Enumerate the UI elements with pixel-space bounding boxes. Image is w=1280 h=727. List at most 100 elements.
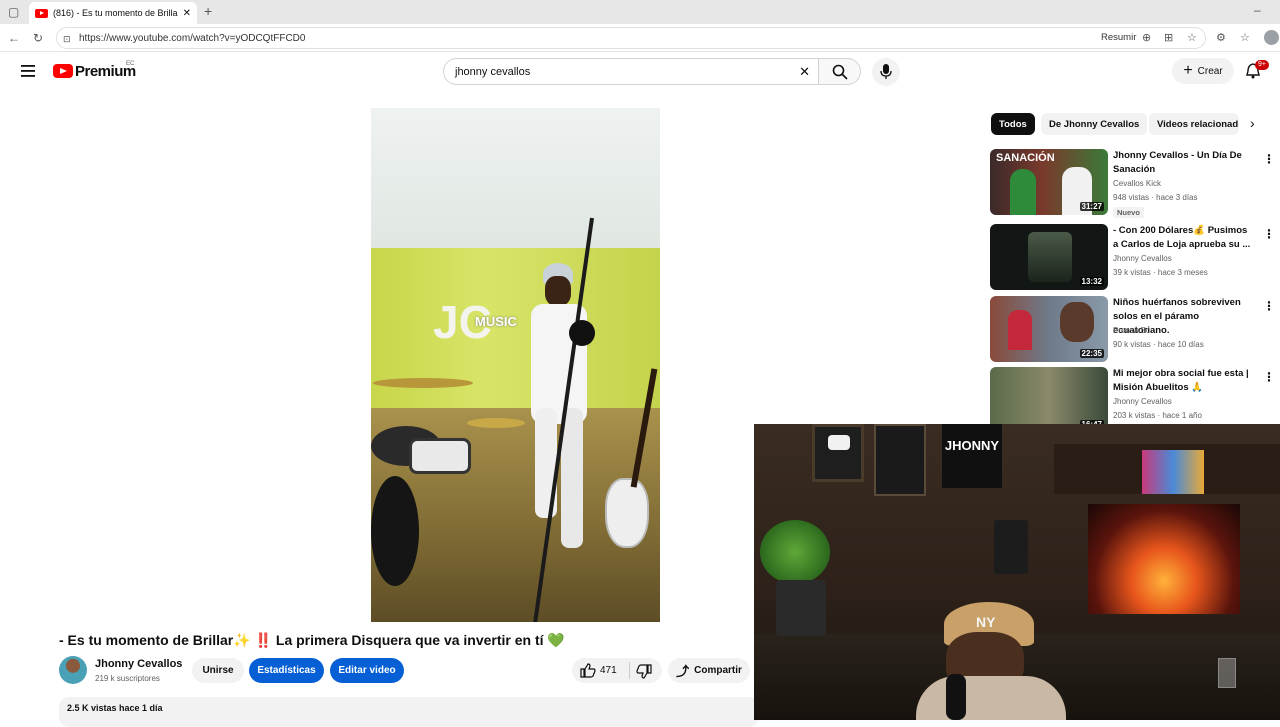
video-thumbnail[interactable]: SANACIÓN 31:27 [990, 149, 1108, 215]
apps-icon[interactable]: ⊞ [1164, 31, 1173, 45]
profile-avatar[interactable] [1264, 30, 1279, 45]
recommendation-channel[interactable]: Jhonny Cevallos [1113, 254, 1172, 263]
new-tab-icon[interactable]: + [204, 4, 212, 18]
site-info-icon[interactable]: ⊡ [63, 32, 71, 46]
video-title: - Es tu momento de Brillar✨ ‼️ La primer… [59, 632, 565, 648]
browser-tab-bar: ▢ (816) - Es tu momento de Brillar✨ ✕ + … [0, 0, 1280, 24]
like-dislike-group: 471 [572, 658, 662, 683]
framed-poster [874, 424, 926, 496]
youtube-logo-icon[interactable] [53, 64, 73, 78]
chip-next-chevron-icon[interactable]: › [1250, 115, 1255, 131]
video-thumbnail[interactable]: 22:35 [990, 296, 1108, 362]
minimize-icon[interactable]: – [1254, 3, 1261, 17]
edit-video-button[interactable]: Editar video [330, 658, 404, 683]
yellow-wall [371, 248, 660, 418]
thumbnail-figure [1060, 302, 1094, 342]
video-duration: 13:32 [1079, 277, 1104, 286]
more-options-icon[interactable]: ⋮ [1263, 152, 1275, 166]
like-icon[interactable] [580, 663, 596, 678]
browser-tab[interactable]: (816) - Es tu momento de Brillar✨ ✕ [29, 2, 197, 24]
plant [760, 520, 830, 584]
recommendation-title[interactable]: Mi mejor obra social fue esta | Misión A… [1113, 367, 1255, 395]
more-options-icon[interactable]: ⋮ [1263, 227, 1275, 241]
cymbal [373, 378, 473, 388]
translate-icon[interactable]: ⊕ [1142, 31, 1151, 45]
person-sweater [916, 676, 1066, 720]
recommendation-channel[interactable]: Prensa Ec [1113, 326, 1150, 335]
plus-icon: + [1183, 62, 1193, 79]
recommendation-item[interactable]: SANACIÓN 31:27 Jhonny Cevallos - Un Día … [990, 149, 1275, 218]
tab-title: (816) - Es tu momento de Brillar✨ [53, 7, 178, 18]
create-button[interactable]: + Crear [1172, 58, 1234, 84]
bass-guitar [605, 478, 649, 548]
recommendation-meta: 39 k vistas · hace 3 meses [1113, 268, 1208, 277]
game-boxes [1142, 450, 1204, 494]
clear-search-icon[interactable]: ✕ [799, 64, 810, 80]
voice-search-button[interactable] [872, 58, 900, 86]
recommendation-meta: 948 vistas · hace 3 días [1113, 193, 1198, 202]
recommendation-meta: 90 k vistas · hace 10 días [1113, 340, 1204, 349]
description-box[interactable]: 2.5 K vistas hace 1 día [59, 697, 759, 727]
award-play-icon [828, 435, 850, 450]
search-icon [832, 64, 848, 80]
favorite-star-icon[interactable]: ☆ [1187, 31, 1197, 45]
join-button[interactable]: Unirse [192, 658, 244, 683]
thumbnail-figure [1028, 232, 1072, 282]
person-head [545, 276, 571, 306]
reload-icon[interactable]: ↻ [33, 31, 43, 45]
summarize-button[interactable]: Resumir [1101, 32, 1136, 43]
play-button-award [812, 424, 864, 482]
studio-sign-text: MUSIC [475, 314, 517, 329]
cymbal [467, 418, 525, 428]
search-button[interactable] [818, 58, 861, 85]
like-divider [629, 662, 630, 679]
chip-related[interactable]: Videos relacionad [1149, 113, 1239, 135]
tab-close-icon[interactable]: ✕ [183, 8, 191, 19]
menu-icon[interactable] [21, 65, 35, 77]
back-icon[interactable]: ← [8, 31, 20, 45]
video-thumbnail[interactable]: 13:32 [990, 224, 1108, 290]
url-text: https://www.youtube.com/watch?v=yODCQtFF… [79, 32, 306, 44]
statistics-button[interactable]: Estadísticas [249, 658, 324, 683]
more-options-icon[interactable]: ⋮ [1263, 299, 1275, 313]
thumbnail-figure [1010, 169, 1036, 215]
recommendation-channel[interactable]: Jhonny Cevallos [1113, 397, 1172, 406]
favorites-icon[interactable]: ☆ [1240, 31, 1250, 45]
share-button[interactable]: ⤴ Compartir [668, 658, 750, 683]
chip-all[interactable]: Todos [991, 113, 1035, 135]
cap-logo: NY [976, 614, 996, 630]
channel-avatar[interactable] [59, 656, 87, 684]
thumbnail-text: SANACIÓN [996, 152, 1055, 164]
desk-microphone [946, 674, 966, 720]
share-icon: ⤴ [676, 664, 690, 679]
recommendation-channel[interactable]: Cevallos Kick [1113, 179, 1161, 188]
video-duration: 31:27 [1079, 202, 1104, 211]
video-duration: 22:35 [1079, 349, 1104, 358]
recommendation-meta: 203 k vistas · hace 1 año [1113, 411, 1202, 420]
recommendation-title[interactable]: - Con 200 Dólares💰 Pusimos a Carlos de L… [1113, 224, 1255, 252]
studio-wall [371, 108, 660, 258]
new-badge: Nuevo [1113, 207, 1144, 218]
drinking-glass [1218, 658, 1236, 688]
channel-name[interactable]: Jhonny Cevallos [95, 658, 182, 670]
youtube-favicon-icon [35, 8, 48, 18]
recommendation-item[interactable]: 22:35 Niños huérfanos sobreviven solos e… [990, 296, 1275, 362]
youtube-header: Premium EC jhonny cevallos ✕ + Crear 9+ [0, 52, 1280, 90]
studio-microphone [569, 320, 595, 346]
dislike-icon[interactable] [636, 664, 652, 679]
extensions-icon[interactable]: ⚙ [1216, 31, 1226, 45]
recommendation-title[interactable]: Jhonny Cevallos - Un Día De Sanación [1113, 149, 1255, 177]
more-options-icon[interactable]: ⋮ [1263, 370, 1275, 384]
search-query: jhonny cevallos [455, 65, 531, 78]
country-code: EC [126, 61, 135, 67]
search-input[interactable]: jhonny cevallos ✕ [443, 58, 819, 85]
microphone-icon [880, 64, 892, 79]
recommendation-item[interactable]: 13:32 - Con 200 Dólares💰 Pusimos a Carlo… [990, 224, 1275, 290]
video-player[interactable]: JC MUSIC [371, 108, 660, 622]
url-field[interactable]: ⊡ https://www.youtube.com/watch?v=yODCQt… [56, 27, 1206, 49]
snare-drum [409, 438, 471, 474]
wall-poster: JHONNY [942, 424, 1002, 488]
notification-count-badge: 9+ [1255, 60, 1269, 70]
tab-actions-icon[interactable]: ▢ [8, 5, 19, 19]
chip-from-channel[interactable]: De Jhonny Cevallos [1041, 113, 1148, 135]
